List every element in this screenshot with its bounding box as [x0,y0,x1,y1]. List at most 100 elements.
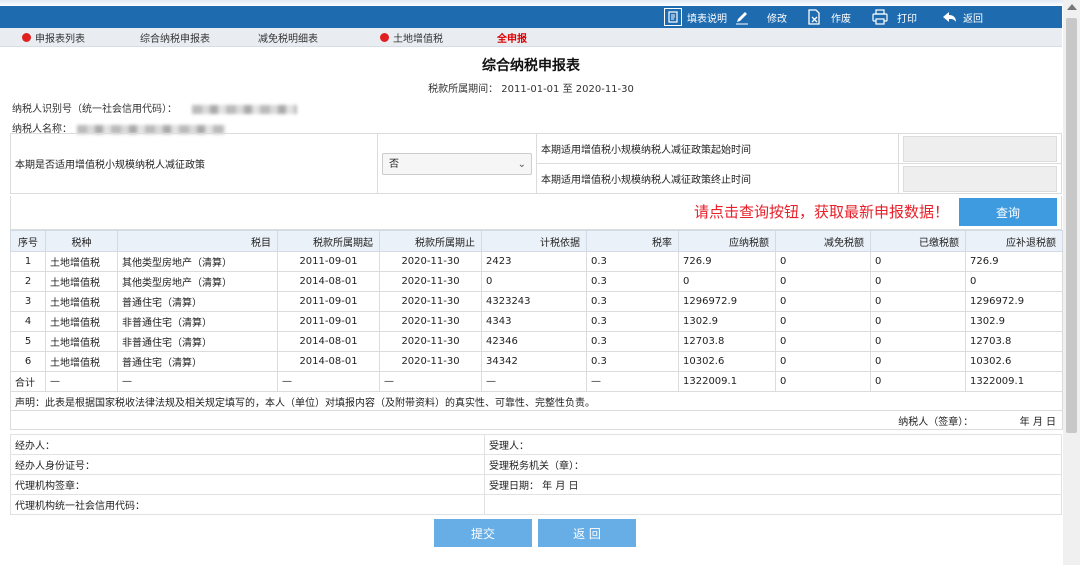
table-cell: 2014-08-01 [277,271,380,292]
policy-end-input[interactable] [903,165,1057,192]
table-cell: 0 [775,331,871,352]
table-cell: 10302.6 [965,351,1063,372]
query-message: 请点击查询按钮，获取最新申报数据！ [693,203,949,221]
table-cell: 12703.8 [678,331,776,352]
table-cell: 0 [870,271,966,292]
redacted-taxpayer-id [192,104,298,114]
void-document-icon [806,9,822,25]
tab-label: 土地增值税 [393,34,443,45]
taxpayer-sign-date: 年 月 日 [1019,416,1056,428]
table-cell: 非普通住宅（清算） [117,311,278,332]
table-row: 6 土地增值税 普通住宅（清算） 2014-08-01 2020-11-30 34342 0… [10,351,1063,372]
submit-button[interactable]: 提交 [434,519,532,547]
total-cell: — [586,371,679,392]
empty-cell [484,494,1062,515]
total-row: 合计 — — — — — — 1322009.1 0 0 1322009.1 [10,371,1063,392]
table-cell: 726.9 [965,251,1063,272]
table-cell: 2014-08-01 [277,331,380,352]
col-header: 税目 [117,230,278,252]
taxpayer-id-label: 纳税人识别号（统一社会信用代码）： [12,104,177,115]
back-button[interactable]: 返 回 [538,519,636,547]
total-cell: 0 [870,371,966,392]
modify-label: 修改 [767,13,787,25]
table-cell: 2011-09-01 [277,291,380,312]
table-cell: 10302.6 [678,351,776,372]
table-cell: 1296972.9 [678,291,776,312]
table-cell: 0.3 [586,351,679,372]
table-row: 5 土地增值税 非普通住宅（清算） 2014-08-01 2020-11-30 42346… [10,331,1063,352]
table-header: 序号 税种 税目 税款所属期起 税款所属期止 计税依据 税率 应纳税额 减免税额… [10,230,1063,252]
tab-land-vat[interactable]: 土地增值税 [380,30,443,45]
policy-select-cell: 否 ⌄ [377,133,537,194]
total-cell: — [277,371,380,392]
tax-office-label: 受理税务机关（章）： [484,454,1062,475]
table-cell: 0 [775,251,871,272]
col-header: 税款所属期起 [277,230,380,252]
print-label: 打印 [897,13,917,25]
vertical-scrollbar[interactable] [1063,0,1080,565]
table-cell: 2020-11-30 [379,251,482,272]
table-cell: 2 [10,271,46,292]
modify-button[interactable]: 修改 [734,6,787,28]
table-cell: 其他类型房地产（清算） [117,251,278,272]
policy-start-input[interactable] [903,135,1057,162]
table-cell: 普通住宅（清算） [117,291,278,312]
policy-start-cell [898,133,1062,164]
tax-table: 序号 税种 税目 税款所属期起 税款所属期止 计税依据 税率 应纳税额 减免税额… [10,230,1063,430]
total-cell: — [379,371,482,392]
table-cell: 12703.8 [965,331,1063,352]
table-cell: 5 [10,331,46,352]
col-header: 税率 [586,230,679,252]
print-button[interactable]: 打印 [872,6,917,28]
tab-label: 综合纳税申报表 [140,34,210,45]
tab-full-declaration[interactable]: 全申报 [497,30,527,45]
accept-date-label: 受理日期： 年 月 日 [484,474,1062,495]
policy-select[interactable]: 否 ⌄ [382,152,532,175]
table-cell: 0 [775,351,871,372]
table-cell: 1302.9 [678,311,776,332]
table-row: 3 土地增值税 普通住宅（清算） 2011-09-01 2020-11-30 432324… [10,291,1063,312]
tab-return-list[interactable]: 申报表列表 [22,30,85,45]
scroll-up-icon[interactable] [1067,4,1077,10]
total-cell: 1322009.1 [678,371,776,392]
query-notice: 请点击查询按钮，获取最新申报数据！ 查询 [10,196,1062,230]
void-label: 作废 [831,13,851,25]
red-flower-icon [380,33,389,42]
table-cell: 土地增值税 [45,271,118,292]
table-cell: 土地增值税 [45,291,118,312]
scroll-thumb[interactable] [1066,18,1077,433]
table-cell: 4323243 [481,291,587,312]
back-arrow-icon [942,9,958,25]
col-header: 税种 [45,230,118,252]
table-cell: 34342 [481,351,587,372]
tab-comprehensive-return[interactable]: 综合纳税申报表 [140,30,210,45]
query-button[interactable]: 查询 [959,198,1057,226]
declaration-row: 声明：此表是根据国家税收法律法规及相关规定填写的，本人（单位）对填报内容（及附带… [10,391,1063,411]
tab-label: 全申报 [497,34,527,45]
table-cell: 0.3 [586,271,679,292]
table-cell: 土地增值税 [45,351,118,372]
fill-instructions-button[interactable]: 填表说明 [664,6,727,28]
taxpayer-sign-label: 纳税人（签章）： [898,416,974,428]
table-cell: 1 [10,251,46,272]
table-cell: 1296972.9 [965,291,1063,312]
return-button[interactable]: 返回 [942,6,983,28]
tab-exemption-detail[interactable]: 减免税明细表 [258,30,318,45]
table-cell: 0 [678,271,776,292]
table-cell: 2011-09-01 [277,311,380,332]
col-header: 应纳税额 [678,230,776,252]
handler-label: 经办人： [10,434,485,455]
toolbar: 填表说明 修改 作废 打印 返回 [0,6,1062,28]
table-cell: 0 [965,271,1063,292]
red-flower-icon [22,33,31,42]
receiver-label: 受理人： [484,434,1062,455]
taxpayer-sign-cell: 纳税人（签章）： 年 月 日 [10,410,1063,430]
tab-label: 减免税明细表 [258,34,318,45]
table-cell: 0.3 [586,331,679,352]
return-label: 返回 [963,13,983,25]
table-cell: 2020-11-30 [379,271,482,292]
table-cell: 2020-11-30 [379,311,482,332]
void-button[interactable]: 作废 [806,6,851,28]
tax-period: 税款所属期间： 2011-01-01 至 2020-11-30 [428,84,634,95]
table-cell: 0 [870,291,966,312]
